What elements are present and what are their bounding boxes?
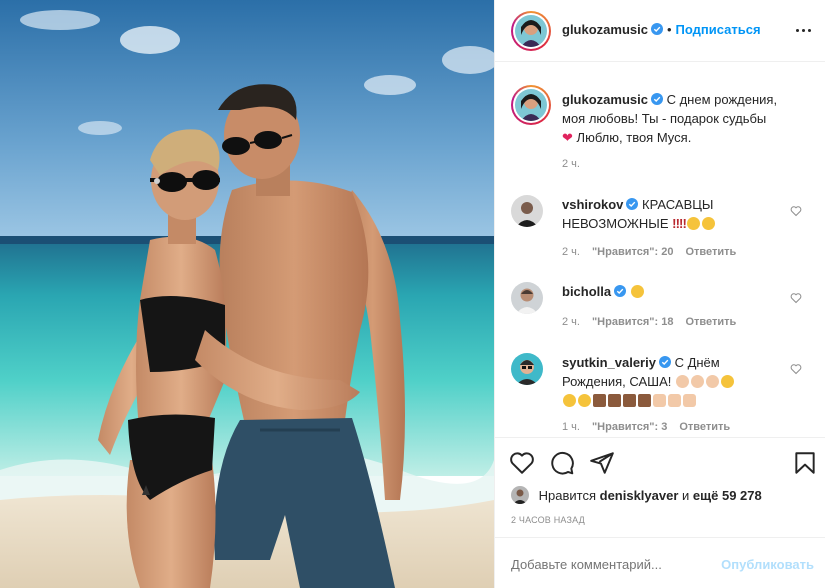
share-icon[interactable] (589, 450, 615, 476)
post-side-panel: glukozamusic • Подписаться glukozamusic … (494, 0, 825, 588)
smile-emoji (563, 394, 576, 407)
comment-line-2: Рождения, САША! (562, 374, 672, 389)
comment-text: vshirokov КРАСАВЦЫ НЕВОЗМОЖНЫЕ ‼‼ (562, 195, 792, 233)
caption-username[interactable]: glukozamusic (562, 92, 648, 107)
post-photo[interactable] (0, 0, 494, 588)
cake-emoji (593, 394, 606, 407)
bookmark-icon[interactable] (792, 450, 818, 476)
smile-emoji (701, 217, 715, 230)
post-timestamp[interactable]: 2 ЧАСОВ НАЗАД (511, 515, 585, 525)
caption-meta: 2 ч. (562, 158, 592, 170)
verified-icon (650, 93, 663, 105)
comment-likes[interactable]: "Нравится": 18 (592, 316, 673, 328)
comment-meta: 1 ч. "Нравится": 3 Ответить (562, 421, 742, 433)
header-separator: • (666, 22, 672, 37)
verified-icon (658, 356, 671, 368)
victory-hand-emoji (653, 394, 666, 407)
more-icon[interactable] (796, 20, 812, 40)
comment-time[interactable]: 2 ч. (562, 316, 580, 328)
comment-line-1: КРАСАВЦЫ (642, 197, 714, 212)
reply-button[interactable]: Ответить (685, 246, 736, 258)
author-avatar[interactable] (511, 11, 551, 51)
comments-list[interactable]: glukozamusic С днем рождения, моя любовь… (495, 63, 825, 437)
author-avatar-image (515, 15, 547, 47)
likes-prefix: Нравится (538, 488, 596, 503)
commenter-avatar[interactable] (511, 353, 543, 385)
caption-avatar[interactable] (511, 85, 551, 125)
comment-username[interactable]: bicholla (562, 284, 611, 299)
heart-emoji: ❤ (562, 130, 573, 145)
commenter-avatar[interactable] (511, 282, 543, 314)
comment-meta: 2 ч. "Нравится": 20 Ответить (562, 246, 748, 258)
caption-avatar-image (515, 89, 547, 121)
comment-text: bicholla (562, 282, 792, 301)
comment-line-2: НЕВОЗМОЖНЫЕ (562, 216, 669, 231)
comment-like-heart-icon[interactable] (790, 363, 802, 375)
comment-likes[interactable]: "Нравится": 20 (592, 246, 673, 258)
verified-icon (614, 285, 627, 297)
comment-time[interactable]: 1 ч. (562, 421, 580, 433)
comment-text: syutkin_valeriy С Днём Рождения, САША! (562, 353, 792, 410)
comment-likes[interactable]: "Нравится": 3 (592, 421, 667, 433)
caption-line-3: Люблю, твоя Муся. (576, 130, 692, 145)
comment-username[interactable]: vshirokov (562, 197, 623, 212)
heart-eyes-emoji (630, 285, 644, 298)
header-user-line: glukozamusic • Подписаться (562, 22, 761, 37)
comment-icon[interactable] (549, 450, 575, 476)
clap-emoji (691, 375, 704, 388)
cake-emoji (608, 394, 621, 407)
caption-text: glukozamusic С днем рождения, моя любовь… (562, 90, 792, 147)
beach-couple-photo (0, 0, 494, 588)
reply-button[interactable]: Ответить (685, 316, 736, 328)
heart-icon[interactable] (509, 450, 535, 476)
victory-hand-emoji (668, 394, 681, 407)
caption-time[interactable]: 2 ч. (562, 158, 580, 170)
thinking-emoji (686, 217, 700, 230)
caption-line-2: моя любовь! Ты - подарок судьбы (562, 111, 767, 126)
likes-others[interactable]: ещё 59 278 (693, 488, 762, 503)
action-bar (495, 437, 825, 489)
smile-emoji (721, 375, 734, 388)
comment-meta: 2 ч. "Нравится": 18 Ответить (562, 316, 748, 328)
commenter-avatar[interactable] (511, 195, 543, 227)
comment-username[interactable]: syutkin_valeriy (562, 355, 656, 370)
likes-connector: и (682, 488, 690, 503)
comment-time[interactable]: 2 ч. (562, 246, 580, 258)
publish-button[interactable]: Опубликовать (721, 557, 814, 572)
liker-avatar-image (511, 486, 529, 504)
comment-like-heart-icon[interactable] (790, 205, 802, 217)
author-username[interactable]: glukozamusic (562, 22, 648, 37)
comment-like-heart-icon[interactable] (790, 292, 802, 304)
clap-emoji (706, 375, 719, 388)
caption-line-1: С днем рождения, (666, 92, 778, 107)
victory-hand-emoji (683, 394, 696, 407)
verified-icon (650, 23, 663, 35)
verified-icon (626, 198, 639, 210)
liker-avatar[interactable] (511, 486, 529, 504)
clap-emoji (676, 375, 689, 388)
comment-input[interactable] (511, 557, 711, 572)
commenter-avatar-image (511, 195, 543, 227)
smile-emoji (578, 394, 591, 407)
commenter-avatar-image (511, 353, 543, 385)
comment-composer: Опубликовать (495, 537, 825, 588)
post-header: glukozamusic • Подписаться (495, 0, 825, 62)
comment-line-1: С Днём (674, 355, 720, 370)
reply-button[interactable]: Ответить (679, 421, 730, 433)
follow-button[interactable]: Подписаться (676, 22, 761, 37)
liker-username[interactable]: denisklyaver (600, 488, 679, 503)
exclamation-emojis: ‼‼ (672, 216, 687, 231)
cake-emoji (638, 394, 651, 407)
cake-emoji (623, 394, 636, 407)
commenter-avatar-image (511, 282, 543, 314)
likes-summary: Нравится denisklyaver и ещё 59 278 (511, 486, 762, 504)
